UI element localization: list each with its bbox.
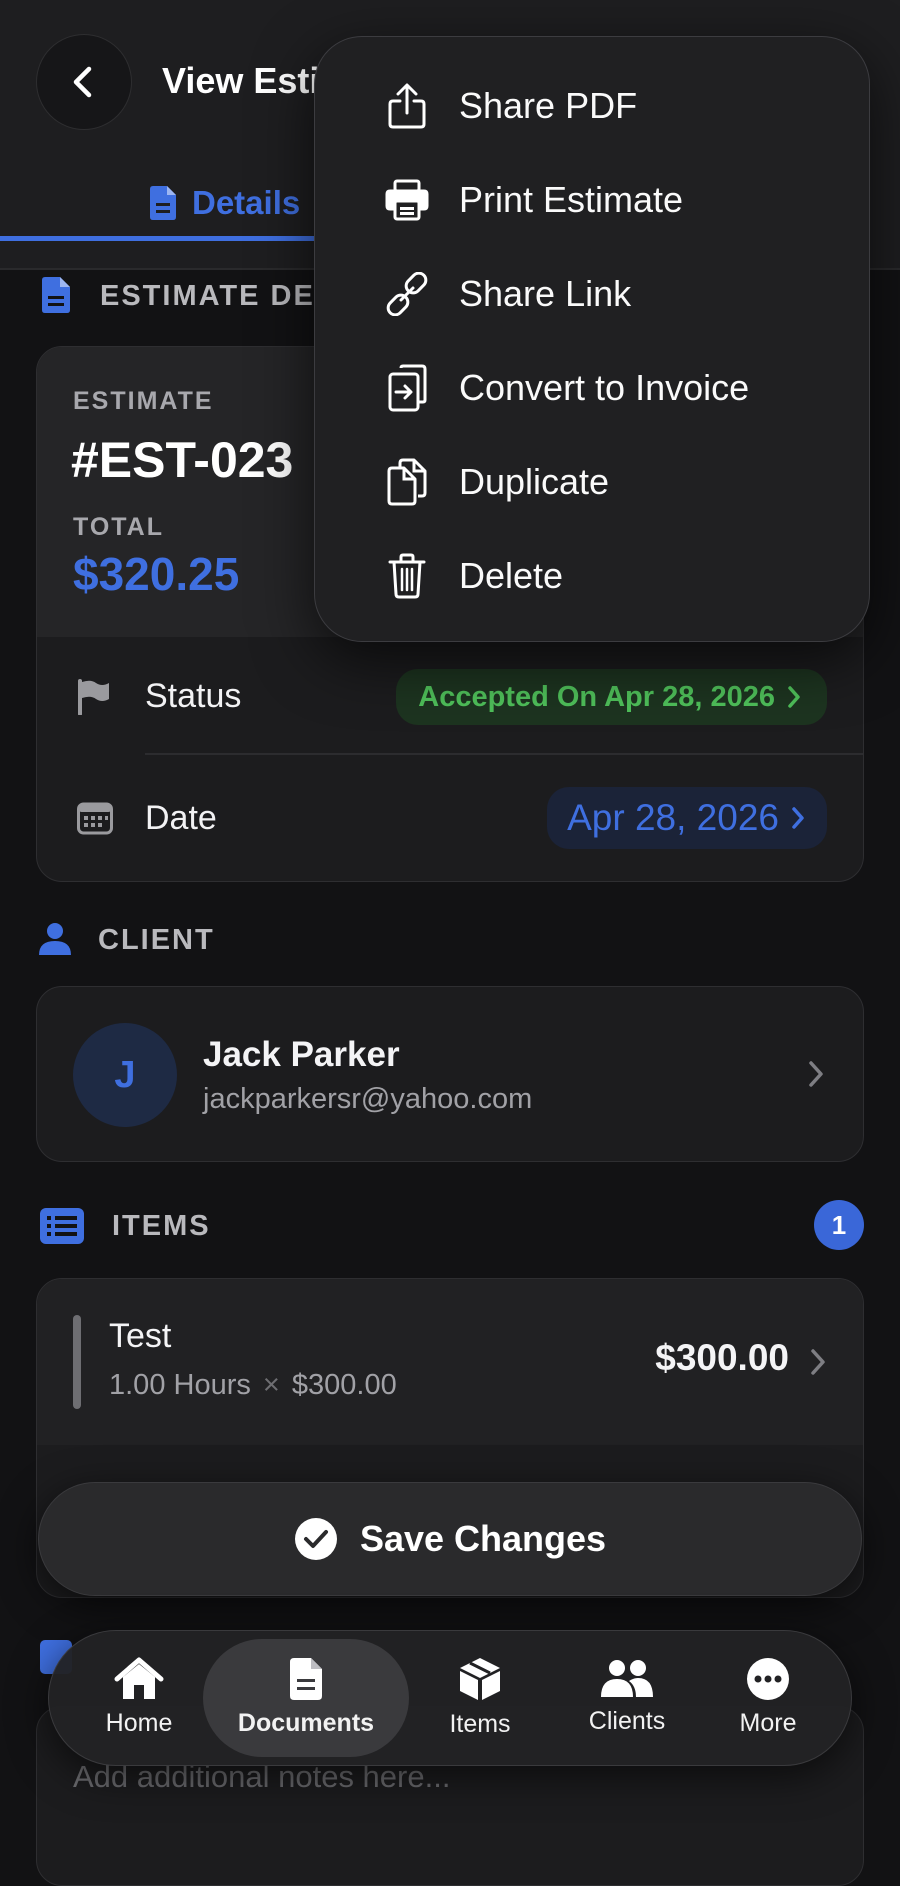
status-badge[interactable]: Accepted On Apr 28, 2026 <box>396 669 827 725</box>
tab-clients[interactable]: Clients <box>559 1631 695 1763</box>
list-item[interactable]: Test 1.00 Hours × $300.00 $300.00 <box>37 1279 863 1445</box>
tab-items-label: Items <box>449 1709 511 1738</box>
status-value: Accepted On Apr 28, 2026 <box>418 680 775 713</box>
share-icon <box>381 80 433 132</box>
item-amount: $300.00 <box>655 1337 789 1378</box>
item-color-bar <box>73 1315 81 1409</box>
tab-documents-label: Documents <box>237 1708 375 1737</box>
estimate-number: #EST-023 <box>71 432 294 488</box>
menu-item-label: Delete <box>459 555 564 596</box>
document-icon <box>290 1657 322 1700</box>
tab-more-label: More <box>739 1708 797 1737</box>
tab-home-label: Home <box>105 1708 173 1737</box>
tab-clients-label: Clients <box>588 1706 666 1735</box>
menu-item-convert-to-invoice[interactable]: Convert to Invoice <box>315 341 869 435</box>
menu-item-label: Print Estimate <box>459 179 684 220</box>
page-title: View Esti <box>162 60 320 101</box>
client-email: jackparkersr@yahoo.com <box>203 1083 533 1115</box>
item-name: Test <box>109 1317 172 1355</box>
date-badge[interactable]: Apr 28, 2026 <box>547 787 827 849</box>
convert-icon <box>381 362 433 414</box>
estimate-section-title: ESTIMATE DE <box>100 280 315 312</box>
item-quantity: 1.00 Hours <box>109 1369 251 1401</box>
client-card[interactable]: J Jack Parker jackparkersr@yahoo.com <box>36 986 864 1162</box>
menu-item-share-link[interactable]: Share Link <box>315 247 869 341</box>
printer-icon <box>381 174 433 226</box>
box-icon <box>460 1657 500 1700</box>
total-value: $320.25 <box>73 548 240 600</box>
chevron-left-icon <box>73 66 92 98</box>
menu-item-delete[interactable]: Delete <box>315 529 869 623</box>
save-changes-button[interactable]: Save Changes <box>38 1482 862 1596</box>
calendar-icon <box>77 802 113 835</box>
menu-item-label: Duplicate <box>459 461 610 502</box>
tab-home[interactable]: Home <box>83 1631 195 1763</box>
menu-item-print-estimate[interactable]: Print Estimate <box>315 153 869 247</box>
tab-underline <box>0 236 330 241</box>
estimate-label: ESTIMATE <box>73 387 214 415</box>
bottom-tab-bar: Home Documents Items Clients More <box>48 1630 852 1766</box>
checkmark-circle-icon <box>294 1518 337 1560</box>
flag-icon <box>78 679 109 715</box>
menu-item-duplicate[interactable]: Duplicate <box>315 435 869 529</box>
chevron-right-icon <box>809 1061 823 1087</box>
client-name: Jack Parker <box>203 1035 400 1074</box>
actions-menu: Share PDF Print Estimate Share Link Conv… <box>314 36 870 642</box>
row-divider <box>145 753 863 755</box>
date-row[interactable]: Date Apr 28, 2026 <box>37 757 863 879</box>
status-label: Status <box>145 677 242 715</box>
menu-item-label: Share PDF <box>459 85 638 126</box>
duplicate-icon <box>381 456 433 508</box>
status-row[interactable]: Status Accepted On Apr 28, 2026 <box>37 637 863 757</box>
avatar: J <box>73 1023 177 1127</box>
people-icon <box>601 1659 653 1697</box>
tab-details[interactable]: Details <box>148 184 300 222</box>
items-section-title: ITEMS <box>112 1210 211 1242</box>
trash-icon <box>381 550 433 602</box>
home-icon <box>114 1657 164 1699</box>
multiply-sign: × <box>262 1369 280 1401</box>
menu-item-share-pdf[interactable]: Share PDF <box>315 59 869 153</box>
chevron-right-icon <box>792 807 804 829</box>
tab-documents[interactable]: Documents <box>203 1631 409 1763</box>
link-icon <box>381 268 433 320</box>
back-button[interactable] <box>36 34 132 130</box>
date-value: Apr 28, 2026 <box>567 797 779 838</box>
list-icon <box>40 1208 84 1244</box>
item-detail: 1.00 Hours × $300.00 <box>109 1369 397 1402</box>
chevron-right-icon <box>811 1349 825 1375</box>
document-icon <box>150 186 176 220</box>
tab-details-label: Details <box>192 184 301 221</box>
menu-item-label: Share Link <box>459 273 632 314</box>
items-count-badge: 1 <box>814 1200 864 1250</box>
tab-items[interactable]: Items <box>421 1631 539 1763</box>
save-changes-label: Save Changes <box>359 1518 607 1559</box>
more-icon <box>747 1657 789 1700</box>
document-icon <box>42 277 70 313</box>
client-section-title: CLIENT <box>98 924 215 956</box>
total-label: TOTAL <box>73 513 165 541</box>
chevron-right-icon <box>788 686 800 708</box>
date-label: Date <box>145 799 217 837</box>
person-icon <box>39 923 71 955</box>
tab-more[interactable]: More <box>719 1631 817 1763</box>
item-rate: $300.00 <box>291 1369 397 1401</box>
menu-item-label: Convert to Invoice <box>459 367 750 408</box>
